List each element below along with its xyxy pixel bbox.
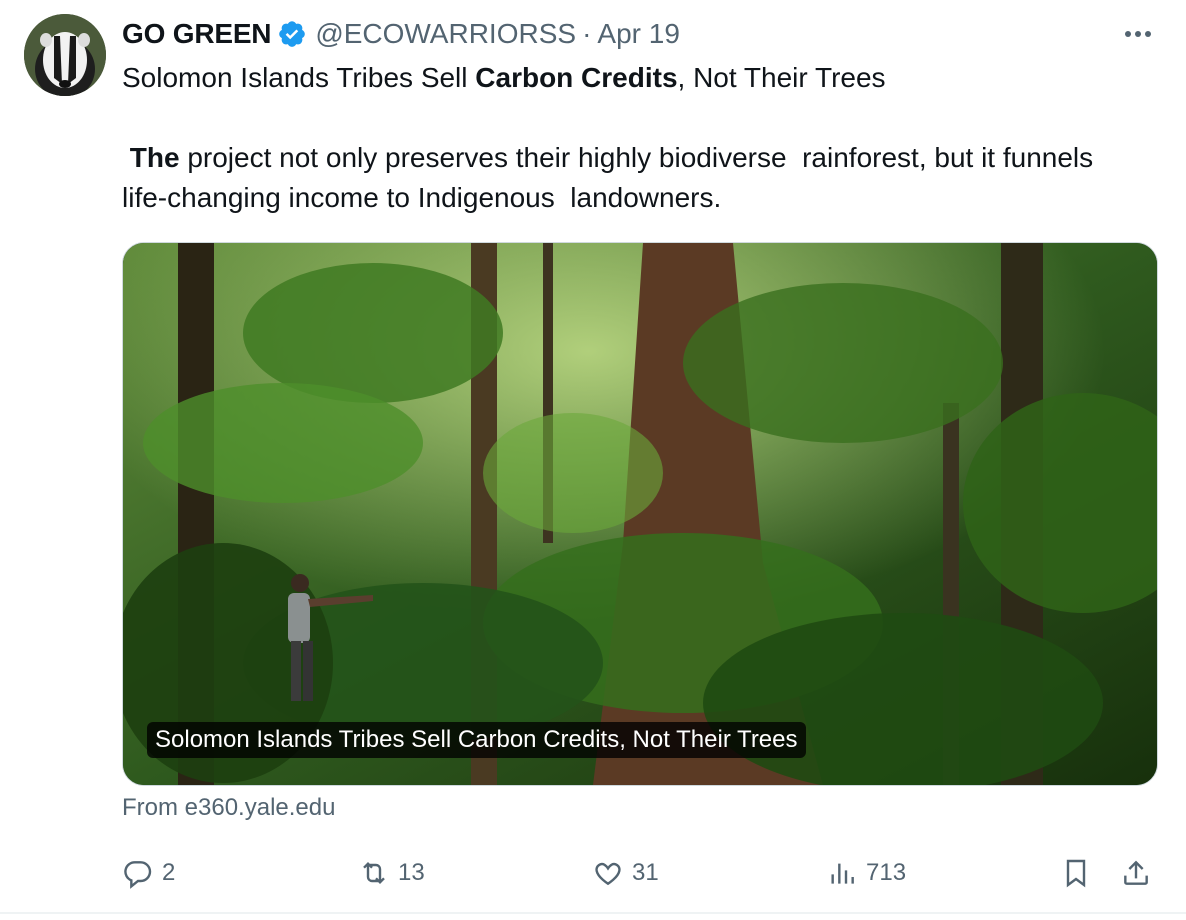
- author-handle[interactable]: @ECOWARRIORSS: [315, 18, 576, 50]
- tweet-title-line: Solomon Islands Tribes Sell Carbon Credi…: [122, 58, 886, 98]
- action-bar: 2 13 31 713: [0, 848, 1186, 898]
- share-button[interactable]: [1120, 848, 1160, 898]
- card-source-link[interactable]: From e360.yale.edu: [122, 794, 335, 822]
- author-name[interactable]: GO GREEN: [122, 18, 272, 50]
- badger-avatar-image: [24, 14, 106, 96]
- title-text-pre: Solomon Islands Tribes Sell: [122, 62, 476, 93]
- body-text-bold: The: [129, 142, 180, 173]
- rainforest-photo: [123, 243, 1157, 785]
- tweet-body: The project not only preserves their hig…: [122, 138, 1122, 218]
- tweet-header: GO GREEN @ECOWARRIORSS · Apr 19: [122, 14, 680, 54]
- like-button[interactable]: 31: [592, 848, 659, 898]
- title-text-bold: Carbon Credits: [475, 62, 678, 93]
- avatar[interactable]: [24, 14, 106, 96]
- views-button[interactable]: 713: [826, 848, 906, 898]
- separator-dot: ·: [582, 18, 592, 49]
- views-icon: [831, 863, 854, 884]
- views-count: 713: [866, 859, 907, 886]
- repost-icon: [363, 861, 385, 885]
- like-count: 31: [632, 859, 659, 886]
- link-card[interactable]: Solomon Islands Tribes Sell Carbon Credi…: [122, 242, 1158, 786]
- bookmark-button[interactable]: [1060, 848, 1100, 898]
- title-text-post: , Not Their Trees: [677, 62, 886, 93]
- card-caption: Solomon Islands Tribes Sell Carbon Credi…: [147, 722, 806, 758]
- repost-count: 13: [398, 859, 425, 886]
- tweet-date[interactable]: Apr 19: [597, 18, 680, 50]
- share-icon: [1124, 860, 1148, 885]
- divider: [0, 912, 1186, 914]
- reply-button[interactable]: 2: [122, 848, 175, 898]
- verified-badge-icon[interactable]: [277, 19, 307, 49]
- bookmark-icon: [1066, 859, 1086, 888]
- reply-count: 2: [162, 859, 176, 886]
- more-icon[interactable]: [1120, 18, 1156, 50]
- like-icon: [595, 862, 621, 886]
- reply-icon: [124, 861, 152, 889]
- body-text: project not only preserves their highly …: [122, 142, 1101, 213]
- repost-button[interactable]: 13: [358, 848, 425, 898]
